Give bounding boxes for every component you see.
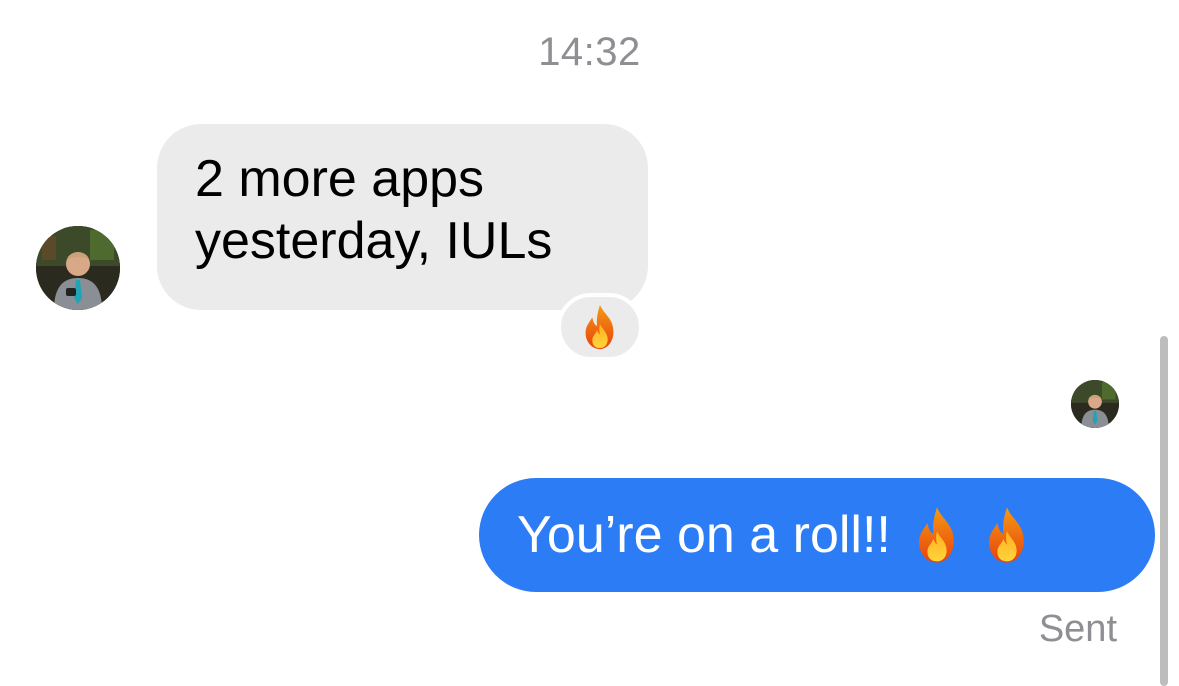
scrollbar[interactable]: [1160, 336, 1168, 686]
reaction-badge[interactable]: [557, 293, 643, 361]
message-thread[interactable]: 14:32 2 more apps yesterday, IULs You’re…: [0, 0, 1179, 686]
timestamp: 14:32: [538, 30, 641, 74]
read-receipt-avatar: [1071, 380, 1119, 428]
incoming-message-bubble[interactable]: 2 more apps yesterday, IULs: [157, 124, 648, 310]
outgoing-message-bubble[interactable]: You’re on a roll!!: [479, 478, 1155, 592]
fire-emoji-icon: [580, 303, 620, 351]
fire-emoji-icon: [913, 505, 961, 565]
contact-avatar[interactable]: [36, 226, 120, 310]
outgoing-message-text: You’re on a roll!!: [517, 506, 891, 564]
incoming-message-line-1: 2 more apps: [195, 150, 485, 208]
delivery-status: Sent: [1038, 608, 1117, 650]
fire-emoji-icon: [983, 505, 1031, 565]
incoming-message-line-2: yesterday, IULs: [195, 212, 553, 270]
